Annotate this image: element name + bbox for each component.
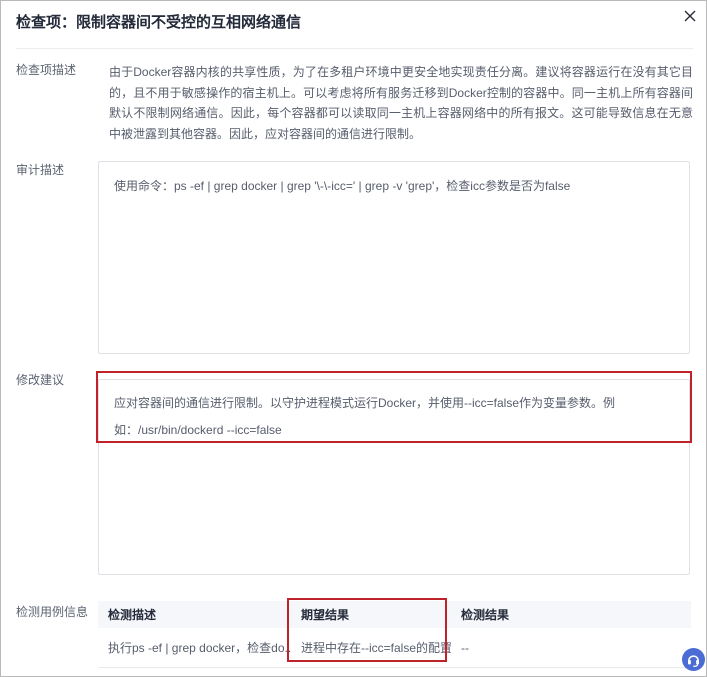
section-label-check-item-desc: 检查项描述 xyxy=(16,63,77,77)
audit-description-box: 使用命令：ps -ef | grep docker | grep '\-\-ic… xyxy=(98,161,690,354)
test-case-table: 检测描述 期望结果 检测结果 执行ps -ef | grep docker，检查… xyxy=(98,601,691,668)
dialog-title: 检查项：限制容器间不受控的互相网络通信 xyxy=(16,14,302,31)
section-label-test-case-info: 检测用例信息 xyxy=(16,605,89,619)
cell-expected-result: 进程中存在--icc=false的配置 xyxy=(301,641,451,655)
column-header-detect-result: 检测结果 xyxy=(461,608,510,622)
check-item-description-text: 由于Docker容器内核的共享性质，为了在多租户环境中更安全地实现责任分离。建议… xyxy=(109,65,693,141)
suggestion-box: 应对容器间的通信进行限制。以守护进程模式运行Docker，并使用--icc=fa… xyxy=(98,379,690,575)
support-button[interactable] xyxy=(682,648,705,671)
suggestion-text: 应对容器间的通信进行限制。以守护进程模式运行Docker，并使用--icc=fa… xyxy=(114,396,616,437)
section-label-audit-desc: 审计描述 xyxy=(16,163,65,177)
table-header-row: 检测描述 期望结果 检测结果 xyxy=(98,601,691,628)
audit-description-text: 使用命令：ps -ef | grep docker | grep '\-\-ic… xyxy=(114,179,571,193)
column-header-expected-result: 期望结果 xyxy=(301,608,350,622)
section-label-suggestion: 修改建议 xyxy=(16,373,65,387)
title-divider xyxy=(16,48,693,49)
cell-detect-result: -- xyxy=(461,640,469,655)
cell-detect-desc: 执行ps -ef | grep docker，检查do... xyxy=(108,641,291,655)
column-header-detect-desc: 检测描述 xyxy=(108,608,157,622)
headset-icon xyxy=(686,652,701,667)
check-item-dialog: 检查项：限制容器间不受控的互相网络通信 检查项描述 由于Docker容器内核的共… xyxy=(0,0,707,677)
close-icon[interactable] xyxy=(681,7,699,25)
table-row: 执行ps -ef | grep docker，检查do... 进程中存在--ic… xyxy=(98,628,691,668)
